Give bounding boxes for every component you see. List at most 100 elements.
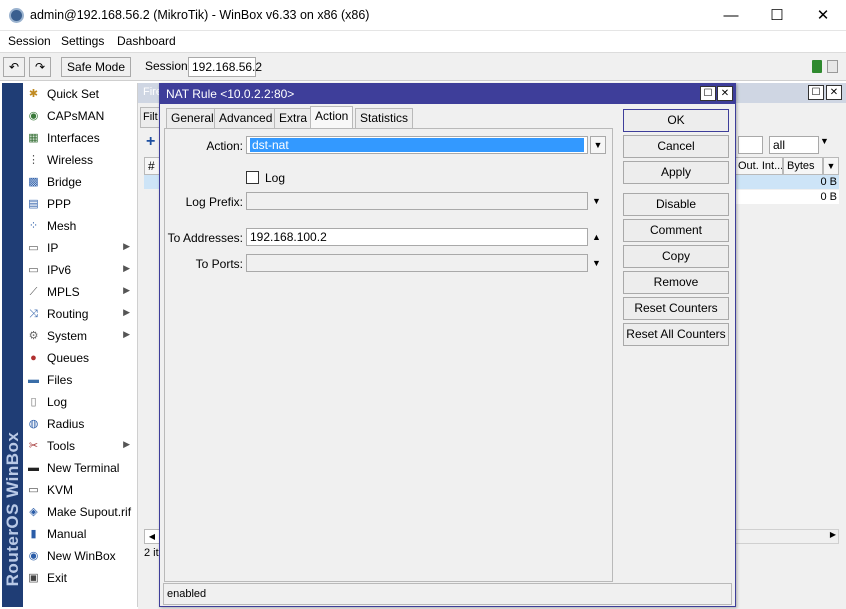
sidebar-item-label: New WinBox [47,549,116,563]
action-dropdown-icon[interactable]: ▼ [590,136,606,154]
safe-mode-button[interactable]: Safe Mode [61,57,131,77]
tab-statistics[interactable]: Statistics [355,108,414,128]
sidebar-item-label: Bridge [47,175,82,189]
system-icon: ⚙ [28,330,39,342]
comment-button[interactable]: Comment [623,219,729,242]
log-prefix-label: Log Prefix: [185,195,243,209]
menu-dashboard[interactable]: Dashboard [117,34,176,48]
table-row-selected[interactable] [144,175,160,189]
sidebar-item-routing[interactable]: ⤨ Routing ▶ [23,303,138,325]
menu-settings[interactable]: Settings [61,34,104,48]
firewall-maximize-button[interactable]: ☐ [808,85,824,100]
horizontal-scrollbar[interactable]: ▶ [735,529,839,544]
log-checkbox[interactable] [246,171,259,184]
sidebar-item-label: Manual [47,527,87,541]
sidebar-item-ip[interactable]: ▭ IP ▶ [23,237,138,259]
session-field[interactable]: 192.168.56.2 [188,57,262,77]
apply-button[interactable]: Apply [623,161,729,184]
sidebar-item-capsman[interactable]: ◉ CAPsMAN [23,105,138,127]
column-bytes[interactable]: Bytes [783,157,823,175]
sidebar-item-ipv6[interactable]: ▭ IPv6 ▶ [23,259,138,281]
to-addresses-field[interactable]: 192.168.100.2 [246,228,588,246]
tab-general[interactable]: General [166,108,219,128]
sidebar-item-ppp[interactable]: ▤ PPP [23,193,138,215]
tab-action[interactable]: Action [310,106,354,129]
find-input[interactable] [738,136,763,154]
files-icon: ▬ [28,374,39,386]
column-chooser-icon[interactable]: ▼ [823,157,839,175]
lock-icon [812,60,822,73]
sidebar-item-label: CAPsMAN [47,109,105,123]
sidebar-item-label: IP [47,241,59,255]
remove-button[interactable]: Remove [623,271,729,294]
sidebar-item-exit[interactable]: ▣ Exit [23,567,138,589]
sidebar-item-mesh[interactable]: ⁘ Mesh [23,215,138,237]
action-select[interactable]: dst-nat [246,136,588,154]
sidebar-item-tools[interactable]: ✂ Tools ▶ [23,435,138,457]
ok-button[interactable]: OK [623,109,729,132]
nat-rule-dialog: NAT Rule <10.0.2.2:80> ☐ ✕ General Advan… [159,83,736,607]
sidebar-item-make-supout-rif[interactable]: ◈ Make Supout.rif [23,501,138,523]
tab-extra[interactable]: Extra [274,108,313,128]
interfaces-icon: ▦ [28,132,39,144]
scroll-left-icon[interactable]: ◀ [144,529,160,544]
supout-icon: ◈ [29,506,38,518]
sidebar-item-label: System [47,329,88,343]
column-hash[interactable]: # [144,157,160,175]
sidebar-item-log[interactable]: ▯ Log [23,391,138,413]
sidebar-item-label: Tools [47,439,76,453]
firewall-close-button[interactable]: ✕ [826,85,842,100]
sidebar-item-label: Routing [47,307,89,321]
dialog-title-bar: NAT Rule <10.0.2.2:80> ☐ ✕ [160,84,735,104]
column-out-interface[interactable]: Out. Int... [735,157,783,175]
log-prefix-field[interactable] [246,192,588,210]
sidebar-item-bridge[interactable]: ▩ Bridge [23,171,138,193]
window-list-icon[interactable] [827,60,838,73]
winbox-icon: ◉ [28,550,39,562]
copy-button[interactable]: Copy [623,245,729,268]
toolbar: ↶ ↷ Safe Mode Session: 192.168.56.2 [0,52,846,81]
sidebar-item-files[interactable]: ▬ Files [23,369,138,391]
cancel-button[interactable]: Cancel [623,135,729,158]
dialog-close-button[interactable]: ✕ [717,86,733,101]
sidebar-item-label: Log [47,395,68,409]
scroll-right-icon[interactable]: ▶ [830,530,836,539]
to-ports-field[interactable] [246,254,588,272]
tab-advanced[interactable]: Advanced [214,108,278,128]
ip-icon: ▭ [28,242,39,254]
minimize-button[interactable]: — [708,0,754,31]
sidebar-item-manual[interactable]: ▮ Manual [23,523,138,545]
maximize-button[interactable]: ☐ [754,0,800,31]
filter-select[interactable]: all [769,136,819,154]
reset-counters-button[interactable]: Reset Counters [623,297,729,320]
sidebar-item-wireless[interactable]: ⋮ Wireless [23,149,138,171]
menu-session[interactable]: Session [8,34,51,48]
window-title-bar: admin@192.168.56.2 (MikroTik) - WinBox v… [0,0,846,31]
sidebar-item-quick-set[interactable]: ✱ Quick Set [23,83,138,105]
submenu-arrow-icon: ▶ [123,263,130,273]
submenu-arrow-icon: ▶ [123,241,130,251]
table-row[interactable]: 0 B [735,175,839,189]
sidebar-item-system[interactable]: ⚙ System ▶ [23,325,138,347]
log-prefix-dropdown-icon[interactable]: ▼ [592,196,601,206]
redo-button[interactable]: ↷ [29,57,51,77]
sidebar-item-radius[interactable]: ◍ Radius [23,413,138,435]
dialog-maximize-button[interactable]: ☐ [700,86,716,101]
undo-button[interactable]: ↶ [3,57,25,77]
sidebar-item-interfaces[interactable]: ▦ Interfaces [23,127,138,149]
sidebar-item-label: Radius [47,417,85,431]
reset-all-counters-button[interactable]: Reset All Counters [623,323,729,346]
close-button[interactable]: ✕ [800,0,846,31]
filter-dropdown-icon[interactable]: ▼ [820,136,829,146]
to-addresses-label: To Addresses: [167,231,243,245]
sidebar-item-new-terminal[interactable]: ▬ New Terminal [23,457,138,479]
to-ports-dropdown-icon[interactable]: ▼ [592,258,601,268]
sidebar-item-mpls[interactable]: ⟋ MPLS ▶ [23,281,138,303]
sidebar-item-kvm[interactable]: ▭ KVM [23,479,138,501]
sidebar-item-queues[interactable]: ● Queues [23,347,138,369]
to-addresses-collapse-icon[interactable]: ▲ [592,232,601,242]
table-row[interactable]: 0 B [735,190,839,204]
disable-button[interactable]: Disable [623,193,729,216]
sidebar-item-new-winbox[interactable]: ◉ New WinBox [23,545,138,567]
exit-icon: ▣ [28,572,39,584]
